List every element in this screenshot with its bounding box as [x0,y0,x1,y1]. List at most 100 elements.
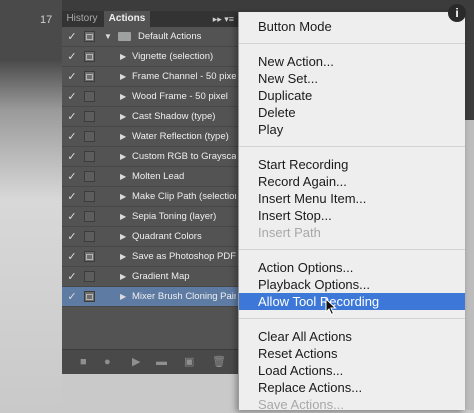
toggle-item-checkmark-icon[interactable]: ✓ [62,67,82,87]
toggle-item-checkmark-icon[interactable]: ✓ [62,47,82,67]
action-row[interactable]: ✓ ▶ Cast Shadow (type) [62,107,238,127]
menu-item-button-mode[interactable]: Button Mode [239,18,465,35]
expand-action-icon[interactable]: ▶ [120,167,126,187]
action-row[interactable]: ✓ ▶ Quadrant Colors [62,227,238,247]
delete-button[interactable]: 🗑 [212,356,226,368]
expand-action-icon[interactable]: ▶ [120,127,126,147]
toggle-item-checkmark-icon[interactable]: ✓ [62,227,82,247]
play-selection-button[interactable]: ▶ [132,356,140,368]
expand-action-icon[interactable]: ▶ [120,87,126,107]
tab-actions[interactable]: Actions [104,11,150,27]
action-row[interactable]: ✓ ▶ Molten Lead [62,167,238,187]
create-new-action-button[interactable]: ▣ [184,356,194,368]
menu-item-duplicate[interactable]: Duplicate [239,87,465,104]
toggle-dialog-icon[interactable] [84,211,95,222]
action-row[interactable]: ✓ ▶ Sepia Toning (layer) [62,207,238,227]
menu-item-label: Load Actions... [258,363,344,378]
expand-action-icon[interactable]: ▶ [120,107,126,127]
ruler-number: 17 [40,14,53,26]
toggle-dialog-icon[interactable] [84,251,95,262]
toggle-dialog-icon[interactable] [84,51,95,62]
toggle-dialog-icon[interactable] [84,271,95,282]
tab-history[interactable]: History [62,11,102,27]
expand-action-icon[interactable]: ▶ [120,207,126,227]
menu-item-label: Action Options... [258,260,354,275]
menu-item-insert-stop[interactable]: Insert Stop... [239,207,465,224]
action-row[interactable]: ✓ ▶ Vignette (selection) [62,47,238,67]
menu-item-save-actions[interactable]: Save Actions... [239,396,465,413]
expand-action-icon[interactable]: ▶ [120,247,126,267]
toggle-item-checkmark-icon[interactable]: ✓ [62,127,82,147]
menu-item-label: Clear All Actions [258,329,352,344]
action-row[interactable]: ✓ ▶ Frame Channel - 50 pixel [62,67,238,87]
toggle-dialog-icon[interactable] [84,111,95,122]
menu-item-label: Allow Tool Recording [258,294,380,309]
toggle-item-checkmark-icon[interactable]: ✓ [62,187,82,207]
action-label: Custom RGB to Grayscale [132,151,236,162]
action-label: Cast Shadow (type) [132,111,216,122]
menu-item-label: Save Actions... [258,397,344,412]
menu-item-play[interactable]: Play [239,121,465,138]
menu-item-label: Duplicate [258,88,313,103]
toggle-dialog-icon[interactable] [84,171,95,182]
toggle-item-checkmark-icon[interactable]: ✓ [62,267,82,287]
menu-item-insert-menu-item[interactable]: Insert Menu Item... [239,190,465,207]
toggle-item-checkmark-icon[interactable]: ✓ [62,287,82,307]
toggle-dialog-icon[interactable] [84,91,95,102]
toggle-dialog-icon[interactable] [84,131,95,142]
action-label: Water Reflection (type) [132,131,229,142]
toggle-item-checkmark-icon[interactable]: ✓ [62,27,82,47]
menu-item-insert-path[interactable]: Insert Path [239,224,465,241]
panel-menu-icon[interactable]: ▸▸ ▾≡ [213,11,234,27]
toggle-item-checkmark-icon[interactable]: ✓ [62,147,82,167]
menu-item-delete[interactable]: Delete [239,104,465,121]
toggle-dialog-icon[interactable] [84,31,95,42]
begin-recording-button[interactable]: ● [104,356,111,368]
action-row[interactable]: ✓ ▶ Save as Photoshop PDF [62,247,238,267]
action-set-row[interactable]: ✓ ▼ Default Actions [62,27,238,47]
toggle-item-checkmark-icon[interactable]: ✓ [62,247,82,267]
menu-item-label: Record Again... [258,174,347,189]
folder-icon [118,32,131,41]
toggle-dialog-icon[interactable] [84,191,95,202]
toggle-item-checkmark-icon[interactable]: ✓ [62,107,82,127]
menu-item-clear-all-actions[interactable]: Clear All Actions [239,328,465,345]
menu-item-start-recording[interactable]: Start Recording [239,156,465,173]
expand-action-icon[interactable]: ▶ [120,147,126,167]
toggle-item-checkmark-icon[interactable]: ✓ [62,207,82,227]
create-new-set-button[interactable]: ▬ [156,356,167,368]
menu-item-new-action[interactable]: New Action... [239,53,465,70]
menu-item-load-actions[interactable]: Load Actions... [239,362,465,379]
action-row[interactable]: ✓ ▶ Custom RGB to Grayscale [62,147,238,167]
menu-item-label: New Action... [258,54,334,69]
stop-playing-button[interactable]: ■ [80,356,87,368]
action-label: Frame Channel - 50 pixel [132,71,236,82]
action-row[interactable]: ✓ ▶ Water Reflection (type) [62,127,238,147]
menu-item-replace-actions[interactable]: Replace Actions... [239,379,465,396]
menu-item-record-again[interactable]: Record Again... [239,173,465,190]
action-row[interactable]: ✓ ▶ Wood Frame - 50 pixel [62,87,238,107]
toggle-item-checkmark-icon[interactable]: ✓ [62,87,82,107]
expand-set-icon[interactable]: ▼ [104,27,112,47]
action-row[interactable]: ✓ ▶ Gradient Map [62,267,238,287]
expand-action-icon[interactable]: ▶ [120,47,126,67]
menu-item-allow-tool-recording[interactable]: Allow Tool Recording [239,293,465,310]
toggle-dialog-icon[interactable] [84,71,95,82]
action-row[interactable]: ✓ ▶ Mixer Brush Cloning Paint Setup [62,287,238,307]
expand-action-icon[interactable]: ▶ [120,287,126,307]
toggle-dialog-icon[interactable] [84,151,95,162]
menu-item-new-set[interactable]: New Set... [239,70,465,87]
expand-action-icon[interactable]: ▶ [120,227,126,247]
menu-item-reset-actions[interactable]: Reset Actions [239,345,465,362]
panel-footer: ■ ● ▶ ▬ ▣ 🗑 [62,349,238,374]
toggle-item-checkmark-icon[interactable]: ✓ [62,167,82,187]
menu-item-playback-options[interactable]: Playback Options... [239,276,465,293]
expand-action-icon[interactable]: ▶ [120,67,126,87]
expand-action-icon[interactable]: ▶ [120,187,126,207]
menu-item-action-options[interactable]: Action Options... [239,259,465,276]
expand-action-icon[interactable]: ▶ [120,267,126,287]
action-row[interactable]: ✓ ▶ Make Clip Path (selection) [62,187,238,207]
toggle-dialog-icon[interactable] [84,231,95,242]
action-label: Save as Photoshop PDF [132,251,236,262]
toggle-dialog-icon[interactable] [84,291,95,302]
